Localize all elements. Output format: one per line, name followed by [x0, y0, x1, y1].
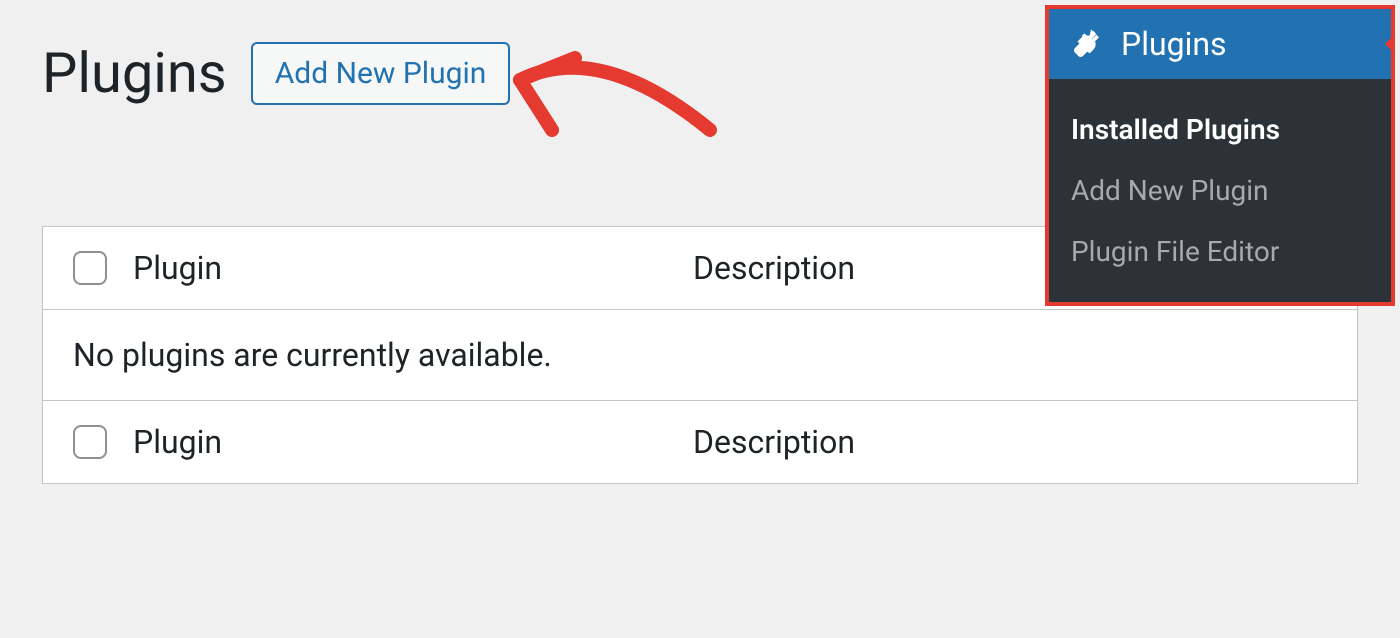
page-title: Plugins	[42, 40, 227, 106]
table-footer-row: Plugin Description	[43, 401, 1357, 483]
column-footer-description: Description	[693, 423, 855, 461]
empty-state-message: No plugins are currently available.	[43, 310, 1357, 401]
submenu-item-add-new-plugin[interactable]: Add New Plugin	[1049, 160, 1391, 221]
submenu-item-plugin-file-editor[interactable]: Plugin File Editor	[1049, 221, 1391, 282]
plug-icon	[1071, 28, 1103, 60]
select-all-checkbox-top[interactable]	[73, 251, 107, 285]
checkbox-cell	[73, 425, 133, 459]
add-new-plugin-button[interactable]: Add New Plugin	[251, 42, 511, 105]
column-header-plugin[interactable]: Plugin	[133, 249, 693, 287]
menu-header-plugins[interactable]: Plugins	[1049, 9, 1391, 79]
menu-pointer-icon	[1385, 34, 1395, 54]
sidebar-menu: Plugins Installed Plugins Add New Plugin…	[1045, 5, 1395, 306]
checkbox-cell	[73, 251, 133, 285]
submenu: Installed Plugins Add New Plugin Plugin …	[1049, 79, 1391, 302]
menu-title: Plugins	[1121, 25, 1227, 63]
column-header-description[interactable]: Description	[693, 249, 855, 287]
submenu-item-installed-plugins[interactable]: Installed Plugins	[1049, 99, 1391, 160]
column-footer-plugin: Plugin	[133, 423, 693, 461]
select-all-checkbox-bottom[interactable]	[73, 425, 107, 459]
